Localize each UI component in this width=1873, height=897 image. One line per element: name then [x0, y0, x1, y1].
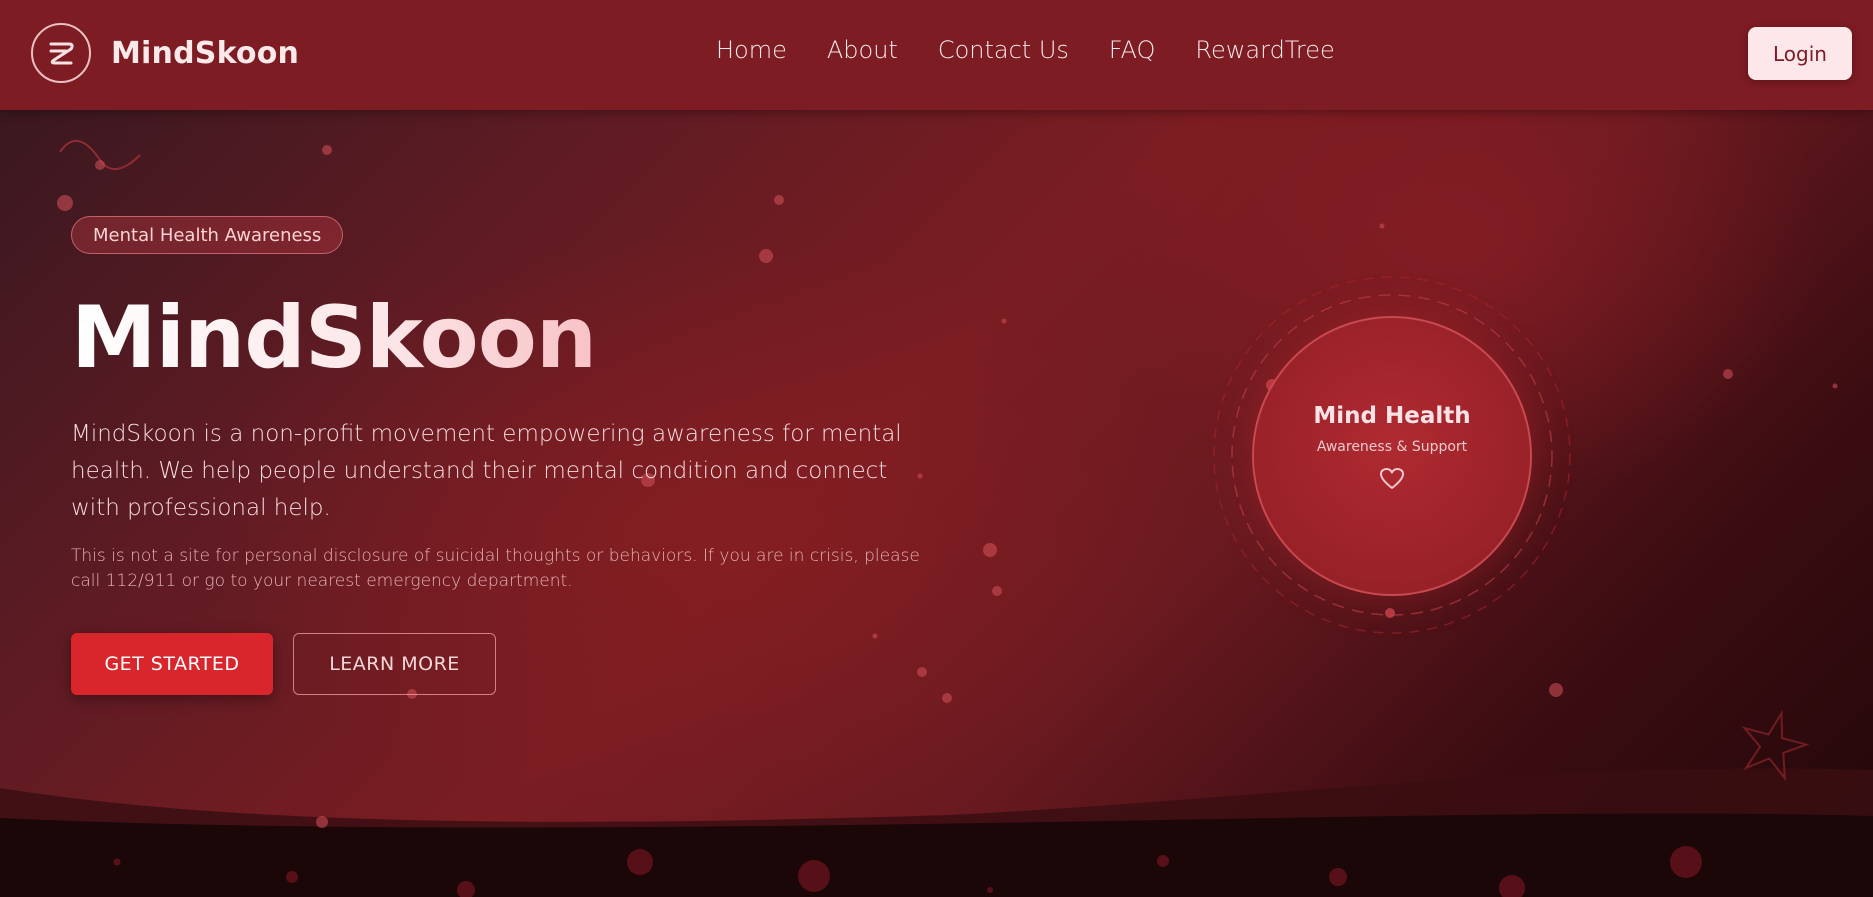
hero-title: MindSkoon — [71, 288, 597, 388]
nav-link-about[interactable]: About — [827, 36, 898, 64]
brand[interactable]: MindSkoon — [31, 23, 299, 83]
learn-more-button[interactable]: LEARN MORE — [293, 633, 496, 695]
nav-links: Home About Contact Us FAQ RewardTree — [716, 36, 1335, 64]
nav-link-faq[interactable]: FAQ — [1109, 36, 1156, 64]
mind-health-title: Mind Health — [1313, 403, 1471, 429]
hero-badge: Mental Health Awareness — [71, 216, 344, 254]
crisis-disclaimer: This is not a site for personal disclosu… — [71, 546, 920, 591]
brand-logo-icon — [31, 23, 91, 83]
page: MindSkoon Home About Contact Us FAQ Rewa… — [0, 0, 1873, 897]
hero-description: MindSkoon is a non-profit movement empow… — [71, 421, 902, 521]
navbar: MindSkoon Home About Contact Us FAQ Rewa… — [0, 0, 1873, 110]
brand-name: MindSkoon — [111, 35, 300, 71]
heart-icon — [1380, 468, 1404, 489]
nav-link-rewardtree[interactable]: RewardTree — [1195, 36, 1334, 64]
login-button[interactable]: Login — [1748, 27, 1852, 80]
mind-health-circle: Mind Health Awareness & Support — [1252, 316, 1532, 596]
nav-link-home[interactable]: Home — [716, 36, 787, 64]
get-started-button[interactable]: GET STARTED — [71, 633, 273, 695]
mind-health-subtitle: Awareness & Support — [1316, 439, 1468, 455]
nav-link-contact[interactable]: Contact Us — [938, 36, 1069, 64]
hero-section: Mental Health Awareness MindSkoon MindSk… — [0, 110, 1873, 897]
